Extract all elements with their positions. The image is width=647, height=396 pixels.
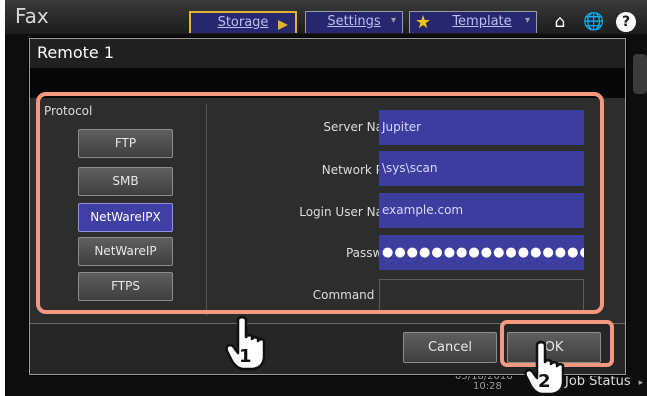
help-icon[interactable]: ? xyxy=(616,12,636,32)
background-scrollbar xyxy=(633,54,647,94)
protocol-label: Protocol xyxy=(44,104,93,118)
tab-storage-label: Storage xyxy=(217,15,269,30)
date-time: 05/18/2016 10:28 xyxy=(455,372,513,392)
app-title: Fax xyxy=(15,4,49,28)
login-user-name-field[interactable]: example.com xyxy=(379,193,584,228)
top-bar: Fax Storage Settings ▾ Template ▾ ★ ⌂ 🌐 … xyxy=(5,0,647,34)
password-field[interactable]: ●●●●●●●●●●●●●●●●● xyxy=(379,235,584,270)
cancel-button[interactable]: Cancel xyxy=(403,332,497,363)
tab-template-label: Template xyxy=(452,14,512,29)
protocol-netwareipx-button[interactable]: NetWareIPX xyxy=(78,203,173,232)
server-name-field[interactable]: Jupiter xyxy=(379,110,584,145)
globe-icon[interactable]: 🌐 xyxy=(583,12,604,32)
section-divider xyxy=(206,104,207,316)
tab-storage[interactable]: Storage xyxy=(189,11,297,33)
command-port-field[interactable] xyxy=(379,279,584,314)
protocol-ftp-button[interactable]: FTP xyxy=(78,129,173,158)
star-icon: ★ xyxy=(415,12,432,33)
protocol-netwareip-button[interactable]: NetWareIP xyxy=(78,237,173,266)
callout-number-2: 2 xyxy=(538,371,551,392)
protocol-smb-button[interactable]: SMB xyxy=(78,167,173,196)
time-text: 10:28 xyxy=(473,381,502,392)
hand-pointer-icon: 2 xyxy=(524,340,565,396)
dialog-title: Remote 1 xyxy=(37,43,114,62)
dialog-content: Protocol FTP SMB NetWareIPX NetWareIP FT… xyxy=(30,98,625,323)
protocol-ftps-button[interactable]: FTPS xyxy=(78,272,173,301)
arrow-right-icon xyxy=(278,20,288,30)
chevron-down-icon: ▾ xyxy=(524,15,530,26)
home-icon[interactable]: ⌂ xyxy=(550,12,570,32)
network-path-field[interactable]: \sys\scan xyxy=(379,151,584,186)
chevron-down-icon: ▾ xyxy=(390,15,396,26)
tab-settings[interactable]: Settings ▾ xyxy=(305,11,403,33)
callout-number-1: 1 xyxy=(239,346,252,367)
dialog-message-strip xyxy=(30,68,625,98)
job-status-button[interactable]: Job Status xyxy=(565,374,643,389)
hand-pointer-icon: 1 xyxy=(225,315,266,371)
remote-settings-dialog: Remote 1 Protocol FTP SMB NetWareIPX Net… xyxy=(29,38,626,375)
tab-settings-label: Settings xyxy=(327,14,381,29)
